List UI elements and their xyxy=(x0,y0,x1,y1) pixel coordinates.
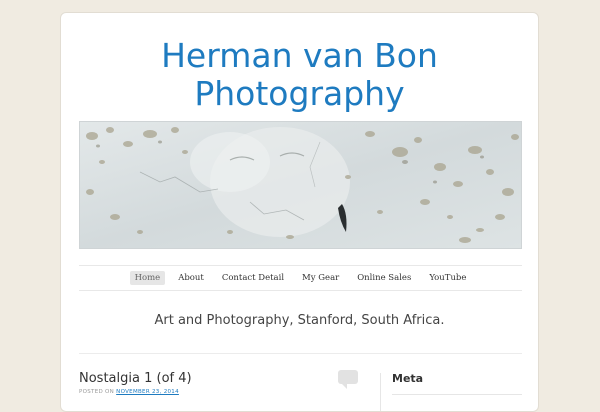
post-title[interactable]: Nostalgia 1 (of 4) xyxy=(79,371,192,386)
widget-title-rule xyxy=(392,394,522,395)
nav-item-my-gear[interactable]: My Gear xyxy=(297,271,344,285)
post-date-link[interactable]: NOVEMBER 23, 2014 xyxy=(116,389,179,395)
page-container: Herman van Bon Photography Home About Co… xyxy=(60,12,539,412)
main-navigation: Home About Contact Detail My Gear Online… xyxy=(79,265,522,291)
post-meta-prefix: POSTED ON xyxy=(79,389,117,395)
sidebar-separator xyxy=(380,373,381,411)
nav-item-home[interactable]: Home xyxy=(129,271,166,285)
post-meta: POSTED ON NOVEMBER 23, 2014 xyxy=(79,389,179,395)
weathered-wall-image xyxy=(80,122,521,248)
nav-item-youtube[interactable]: YouTube xyxy=(424,271,471,285)
content-divider xyxy=(79,353,522,354)
sidebar-widget-title: Meta xyxy=(392,372,424,385)
nav-item-online-sales[interactable]: Online Sales xyxy=(352,271,416,285)
site-title-line2: Photography xyxy=(194,74,405,113)
header-image xyxy=(79,121,522,249)
nav-item-contact-detail[interactable]: Contact Detail xyxy=(217,271,289,285)
site-title: Herman van Bon Photography xyxy=(61,37,538,113)
nav-item-about[interactable]: About xyxy=(173,271,209,285)
comment-bubble-icon[interactable] xyxy=(338,370,358,389)
site-tagline: Art and Photography, Stanford, South Afr… xyxy=(154,313,445,328)
site-title-link[interactable]: Herman van Bon Photography xyxy=(161,36,438,113)
site-title-line1: Herman van Bon xyxy=(161,36,438,75)
